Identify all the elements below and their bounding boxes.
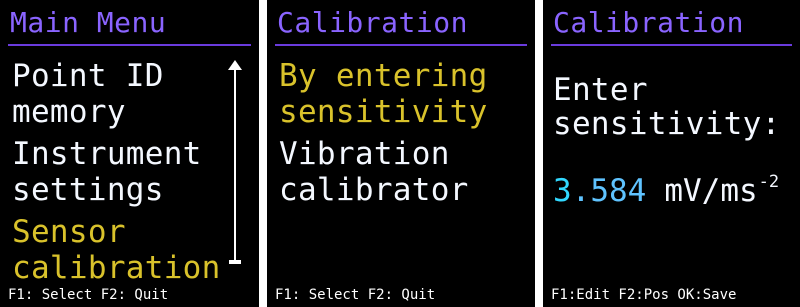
menu-item-instrument-settings-line1[interactable]: Instrument (12, 136, 202, 172)
editable-digit-cursor[interactable]: 3 (553, 173, 572, 209)
main-menu-screen: Main Menu Point ID memory Instrument set… (0, 0, 259, 307)
menu-item-instrument-settings-line2[interactable]: settings (12, 172, 164, 208)
scrollbar[interactable] (227, 60, 243, 270)
prompt-label-line1: Enter (553, 72, 648, 108)
menu-item-sensor-calibration-line2[interactable]: calibration (12, 250, 221, 286)
title-divider (275, 44, 527, 46)
sensitivity-value-digits: .584 (571, 173, 647, 209)
option-vibration-calibrator-line2[interactable]: calibrator (279, 172, 469, 208)
scroll-position-marker (229, 260, 241, 264)
prompt-label-line2: sensitivity: (553, 106, 781, 142)
screen-title: Calibration (277, 6, 468, 39)
softkey-hint-bar: F1:Edit F2:Pos OK:Save (551, 287, 737, 303)
menu-item-point-id-line2[interactable]: memory (12, 94, 126, 130)
title-divider (551, 44, 792, 46)
calibration-method-screen: Calibration By entering sensitivity Vibr… (267, 0, 535, 307)
sensitivity-value-field[interactable]: 3.584 mV/ms-2 (553, 164, 779, 209)
sensitivity-unit: mV/ms (664, 173, 758, 209)
screen-title: Main Menu (10, 6, 167, 39)
screen-title: Calibration (553, 6, 744, 39)
menu-item-point-id-line1[interactable]: Point ID (12, 58, 164, 94)
option-vibration-calibrator-line1[interactable]: Vibration (279, 136, 450, 172)
unit-exponent: -2 (758, 172, 780, 192)
menu-item-sensor-calibration-line1[interactable]: Sensor (12, 214, 126, 250)
title-divider (8, 44, 251, 46)
scroll-track (234, 64, 236, 260)
option-by-entering-sensitivity-line1[interactable]: By entering (279, 58, 488, 94)
option-by-entering-sensitivity-line2[interactable]: sensitivity (279, 94, 488, 130)
softkey-hint-bar: F1: Select F2: Quit (275, 287, 436, 303)
enter-sensitivity-screen: Calibration Enter sensitivity: 3.584 mV/m… (543, 0, 800, 307)
softkey-hint-bar: F1: Select F2: Quit (8, 287, 169, 303)
